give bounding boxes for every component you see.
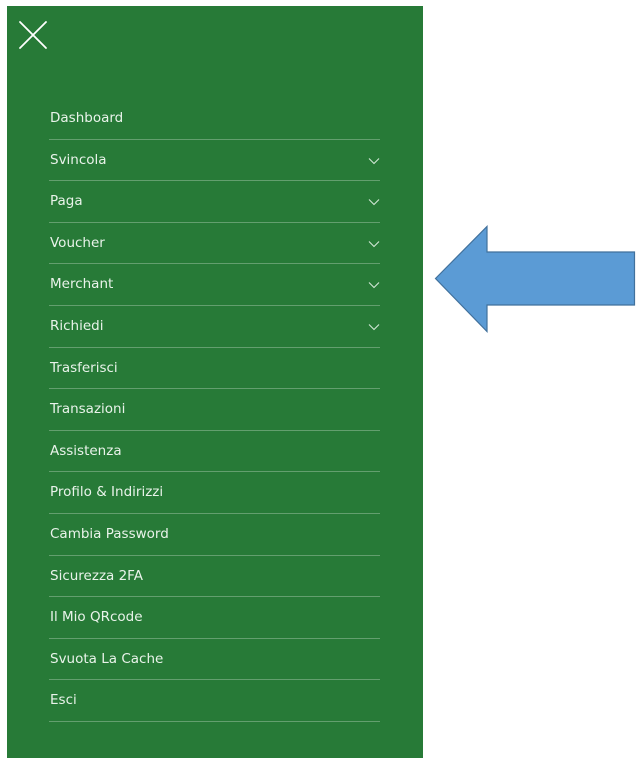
- menu-item-paga[interactable]: Paga: [49, 181, 380, 223]
- menu-item-label: Il Mio QRcode: [50, 609, 143, 626]
- menu-item-merchant[interactable]: Merchant: [49, 264, 380, 306]
- menu-item-label: Voucher: [50, 234, 105, 251]
- chevron-down-icon: [368, 240, 380, 248]
- chevron-down-icon: [368, 281, 380, 289]
- menu-item-esci[interactable]: Esci: [49, 680, 380, 722]
- menu-item-transazioni[interactable]: Transazioni: [49, 389, 380, 431]
- menu-item-assistenza[interactable]: Assistenza: [49, 431, 380, 473]
- menu-item-label: Paga: [50, 193, 83, 210]
- chevron-down-icon: [368, 157, 380, 165]
- menu-item-richiedi[interactable]: Richiedi: [49, 306, 380, 348]
- page: Dashboard Svincola Paga Voucher Merchant…: [0, 0, 636, 758]
- menu-item-label: Profilo & Indirizzi: [50, 484, 164, 501]
- menu-item-label: Assistenza: [50, 442, 122, 459]
- menu-item-svincola[interactable]: Svincola: [49, 140, 380, 182]
- menu-item-label: Dashboard: [50, 110, 124, 126]
- drawer-menu: Dashboard Svincola Paga Voucher Merchant…: [49, 98, 380, 722]
- chevron-down-icon: [368, 323, 380, 331]
- menu-item-label: Merchant: [50, 276, 114, 293]
- close-icon: [19, 21, 47, 49]
- menu-item-label: Svincola: [50, 151, 107, 168]
- menu-item-trasferisci[interactable]: Trasferisci: [49, 348, 380, 390]
- navigation-drawer: Dashboard Svincola Paga Voucher Merchant…: [7, 6, 423, 758]
- menu-item-label: Svuota La Cache: [50, 650, 164, 667]
- menu-item-profilo-indirizzi[interactable]: Profilo & Indirizzi: [49, 472, 380, 514]
- left-arrow-icon: [434, 225, 636, 333]
- menu-item-label: Richiedi: [50, 317, 104, 334]
- menu-item-il-mio-qrcode[interactable]: Il Mio QRcode: [49, 597, 380, 639]
- menu-item-dashboard[interactable]: Dashboard: [49, 98, 380, 140]
- menu-item-label: Trasferisci: [50, 359, 118, 376]
- menu-item-sicurezza-2fa[interactable]: Sicurezza 2FA: [49, 556, 380, 598]
- close-button[interactable]: [18, 20, 48, 50]
- chevron-down-icon: [368, 198, 380, 206]
- menu-item-label: Esci: [50, 692, 77, 709]
- menu-item-svuota-la-cache[interactable]: Svuota La Cache: [49, 639, 380, 681]
- menu-item-label: Transazioni: [50, 401, 126, 418]
- menu-item-cambia-password[interactable]: Cambia Password: [49, 514, 380, 556]
- menu-item-label: Sicurezza 2FA: [50, 567, 143, 584]
- menu-item-voucher[interactable]: Voucher: [49, 223, 380, 265]
- menu-item-label: Cambia Password: [50, 525, 169, 542]
